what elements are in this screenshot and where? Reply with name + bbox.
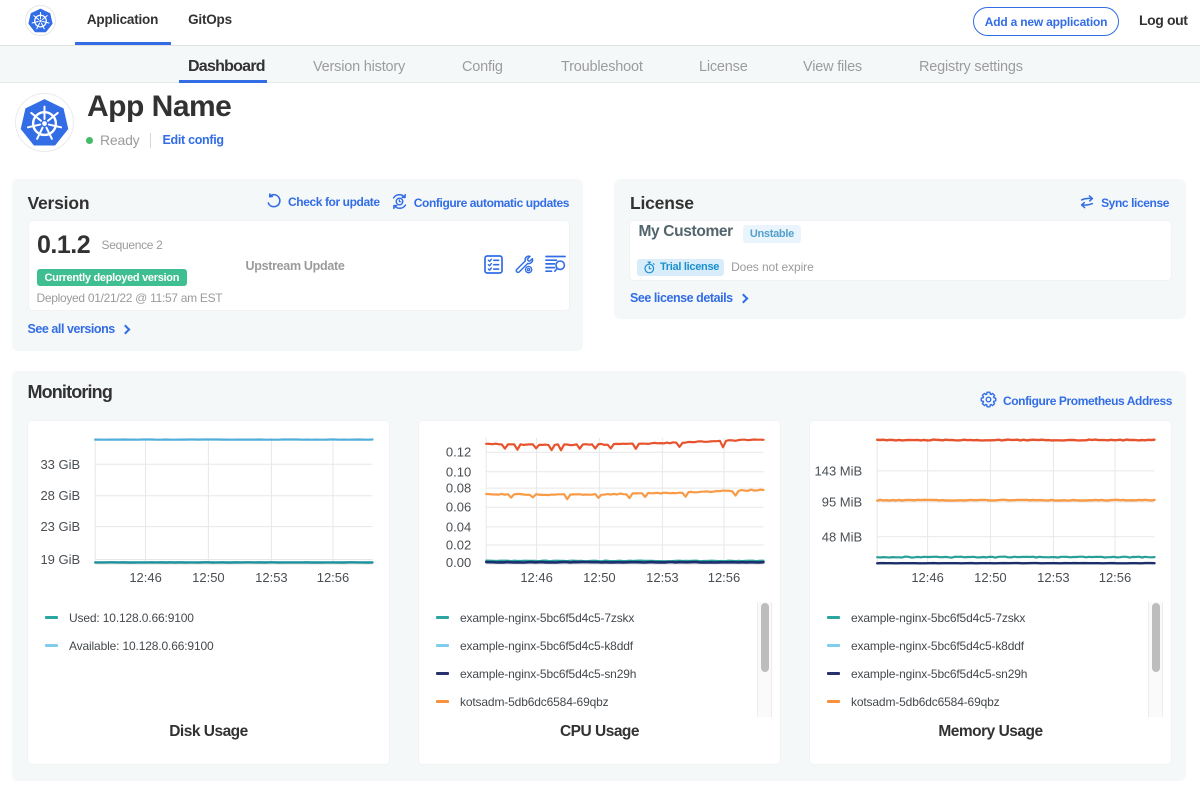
svg-text:12:53: 12:53	[646, 570, 679, 585]
svg-text:12:56: 12:56	[1099, 570, 1132, 585]
svg-text:12:50: 12:50	[974, 570, 1007, 585]
svg-text:95 MiB: 95 MiB	[822, 495, 862, 510]
svg-text:12:56: 12:56	[708, 570, 741, 585]
svg-text:12:46: 12:46	[520, 570, 553, 585]
svg-text:12:53: 12:53	[255, 570, 288, 585]
svg-text:12:50: 12:50	[192, 570, 225, 585]
svg-text:0.08: 0.08	[446, 481, 471, 496]
svg-text:12:56: 12:56	[317, 570, 350, 585]
svg-text:48 MiB: 48 MiB	[822, 529, 862, 544]
svg-text:12:53: 12:53	[1037, 570, 1070, 585]
svg-text:0.10: 0.10	[446, 464, 471, 479]
svg-text:0.02: 0.02	[446, 538, 471, 553]
svg-text:0.00: 0.00	[446, 555, 471, 570]
svg-text:23 GiB: 23 GiB	[40, 519, 80, 534]
svg-text:12:50: 12:50	[583, 570, 616, 585]
svg-text:12:46: 12:46	[911, 570, 944, 585]
svg-text:0.04: 0.04	[446, 519, 471, 534]
svg-text:143 MiB: 143 MiB	[814, 463, 862, 478]
svg-text:0.12: 0.12	[446, 445, 471, 460]
svg-text:33 GiB: 33 GiB	[40, 457, 80, 472]
svg-text:12:46: 12:46	[129, 570, 162, 585]
svg-text:19 GiB: 19 GiB	[40, 552, 80, 567]
svg-text:0.06: 0.06	[446, 500, 471, 515]
svg-text:28 GiB: 28 GiB	[40, 488, 80, 503]
